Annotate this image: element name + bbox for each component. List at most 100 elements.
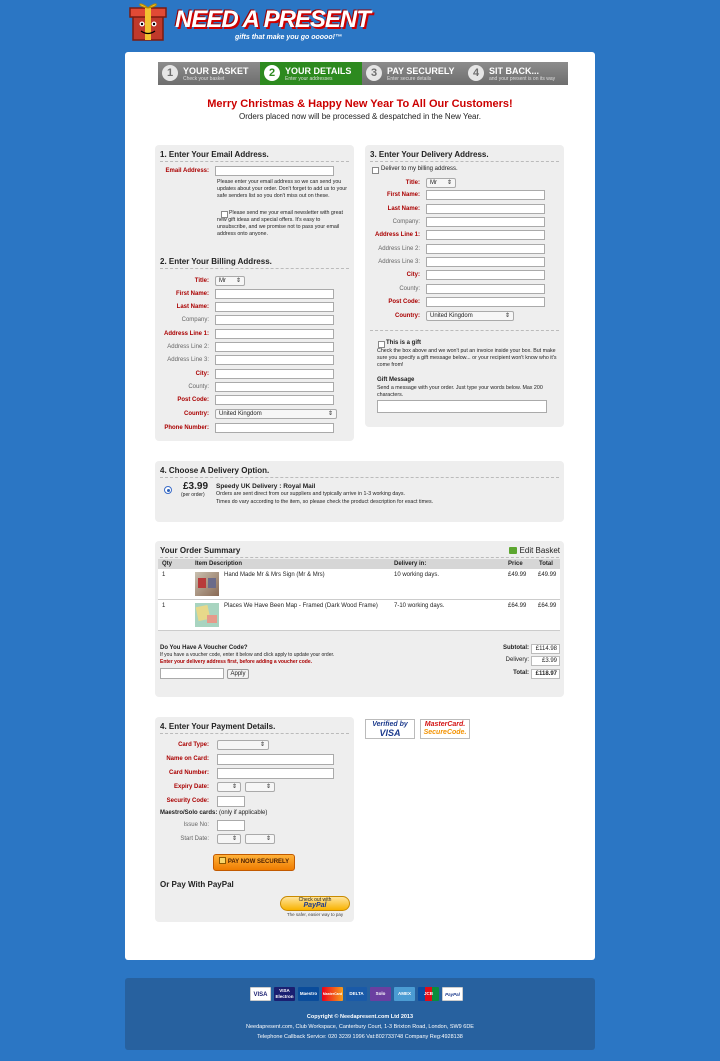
footer-contact: Telephone Callback Service: 020 3239 199… — [257, 1034, 463, 1040]
footer-copyright: Copyright © Needapresent.com Ltd 2013 — [306, 1014, 414, 1020]
notice-subtitle: Orders placed now will be processed & de… — [239, 112, 481, 121]
delivery-company-input[interactable] — [426, 217, 545, 227]
delivery-title-select[interactable]: Mr — [426, 178, 456, 188]
delivery-heading: 3. Enter Your Delivery Address. — [370, 150, 489, 159]
mastercard-securecode-badge[interactable]: MasterCard. SecureCode. — [420, 719, 470, 739]
step-your-details[interactable]: 2 YOUR DETAILS Enter your addresses — [260, 62, 362, 85]
apply-voucher-button[interactable]: Apply — [227, 669, 249, 679]
step-label: SIT BACK... — [489, 66, 540, 76]
step-number: 4 — [468, 65, 484, 81]
row-desc[interactable]: Hand Made Mr & Mrs Sign (Mr & Mrs) — [224, 572, 325, 578]
billing-company-input[interactable] — [215, 315, 334, 325]
gift-box-logo-icon[interactable] — [127, 2, 169, 42]
paypal-caption: The safer, easier way to pay — [286, 912, 344, 917]
paypal-logo: PayPal — [303, 902, 327, 909]
billing-country-select[interactable]: United Kingdom — [215, 409, 337, 419]
product-thumbnail[interactable] — [195, 603, 219, 627]
security-code-input[interactable] — [217, 796, 245, 807]
billing-first-name-input[interactable] — [215, 289, 334, 299]
expiry-year-select[interactable] — [245, 782, 275, 792]
subtotal-label: Subtotal: — [503, 645, 529, 651]
lock-icon — [218, 857, 226, 864]
delivery-first-name-input[interactable] — [426, 190, 545, 200]
delivery-postcode-input[interactable] — [426, 297, 545, 307]
order-table-header: Qty Item Description Delivery in: Price … — [158, 559, 560, 569]
edit-basket-label: Edit Basket — [519, 546, 560, 555]
delivery-address3-input[interactable] — [426, 257, 545, 267]
delivery-cost-value: £3.99 — [531, 656, 560, 666]
start-month-select[interactable] — [217, 834, 241, 844]
billing-title-select[interactable]: Mr — [215, 276, 245, 286]
card-type-select[interactable] — [217, 740, 269, 750]
billing-last-name-input[interactable] — [215, 302, 334, 312]
country-label: Country: — [184, 411, 209, 417]
address2-label: Address Line 2: — [378, 246, 420, 252]
postcode-label: Post Code: — [388, 299, 420, 305]
security-code-label: Security Code: — [166, 798, 209, 804]
newsletter-text: Please send me your email newsletter wit… — [217, 210, 343, 237]
delivery-address2-input[interactable] — [426, 244, 545, 254]
mastercard-icon: MasterCard — [322, 987, 343, 1001]
edit-basket-link[interactable]: Edit Basket — [509, 546, 560, 555]
delivery-city-input[interactable] — [426, 270, 545, 280]
pay-now-button[interactable]: PAY NOW SECURELY — [213, 854, 295, 871]
checkout-panel: 1 YOUR BASKET Check your basket 2 YOUR D… — [125, 52, 595, 960]
title-label: Title: — [194, 278, 209, 284]
step-sublabel: Enter secure details — [387, 76, 432, 82]
email-input[interactable] — [215, 166, 334, 176]
product-thumbnail[interactable] — [195, 572, 219, 596]
row-delivery: 10 working days. — [394, 572, 440, 578]
step-your-basket[interactable]: 1 YOUR BASKET Check your basket — [158, 62, 260, 85]
billing-address1-input[interactable] — [215, 329, 334, 339]
payment-panel: 4. Enter Your Payment Details. Card Type… — [155, 717, 354, 922]
col-total: Total — [539, 561, 553, 567]
country-label: Country: — [395, 313, 420, 319]
billing-postcode-input[interactable] — [215, 395, 334, 405]
card-number-input[interactable] — [217, 768, 334, 779]
row-total: £64.99 — [538, 603, 557, 609]
maestro-row: Maestro/Solo cards: (only if applicable) — [160, 810, 267, 816]
gift-checkbox[interactable] — [378, 341, 385, 348]
delivery-price: £3.99 — [183, 481, 209, 492]
site-footer: VISA VISA Electron Maestro MasterCard DE… — [125, 978, 595, 1050]
billing-address2-input[interactable] — [215, 342, 334, 352]
basket-icon — [509, 547, 518, 554]
same-as-billing-checkbox[interactable] — [372, 167, 379, 174]
step-pay-securely: 3 PAY SECURELY Enter secure details — [362, 62, 464, 85]
step-sit-back: 4 SIT BACK... and your present is on its… — [464, 62, 566, 85]
mc-badge-top: MasterCard. — [424, 721, 466, 728]
billing-address3-input[interactable] — [215, 355, 334, 365]
issue-number-label: Issue No: — [183, 822, 209, 828]
billing-heading: 2. Enter Your Billing Address. — [160, 257, 272, 266]
site-header: NEED A PRESENT gifts that make you go oo… — [125, 0, 385, 48]
delivery-address1-input[interactable] — [426, 230, 545, 240]
paypal-checkout-button[interactable]: Check out with PayPal — [280, 896, 350, 911]
col-delivery: Delivery in: — [394, 561, 427, 567]
name-on-card-input[interactable] — [217, 754, 334, 765]
gift-message-input[interactable] — [377, 400, 547, 413]
delivery-county-input[interactable] — [426, 284, 545, 294]
city-label: City: — [195, 371, 209, 377]
step-sublabel: Check your basket — [183, 76, 225, 82]
expiry-label: Expiry Date: — [173, 784, 209, 790]
delivery-country-select[interactable]: United Kingdom — [426, 311, 514, 321]
billing-county-input[interactable] — [215, 382, 334, 392]
step-number: 2 — [264, 65, 280, 81]
billing-phone-input[interactable] — [215, 423, 334, 433]
billing-city-input[interactable] — [215, 369, 334, 379]
total-label: Total: — [513, 670, 529, 676]
maestro-icon: Maestro — [298, 987, 319, 1001]
expiry-month-select[interactable] — [217, 782, 241, 792]
email-help-text: Please enter your email address so we ca… — [217, 179, 347, 199]
brand-logo[interactable]: NEED A PRESENT — [175, 6, 371, 34]
payment-card-logos: VISA VISA Electron Maestro MasterCard DE… — [250, 987, 463, 1001]
email-heading: 1. Enter Your Email Address. — [160, 150, 269, 159]
delivery-last-name-input[interactable] — [426, 204, 545, 214]
verified-by-visa-badge[interactable]: Verified by VISA — [365, 719, 415, 739]
issue-number-input[interactable] — [217, 820, 245, 831]
delivery-radio[interactable] — [164, 486, 172, 494]
col-qty: Qty — [162, 561, 173, 567]
start-year-select[interactable] — [245, 834, 275, 844]
voucher-input[interactable] — [160, 668, 224, 679]
row-desc[interactable]: Places We Have Been Map - Framed (Dark W… — [224, 603, 378, 609]
